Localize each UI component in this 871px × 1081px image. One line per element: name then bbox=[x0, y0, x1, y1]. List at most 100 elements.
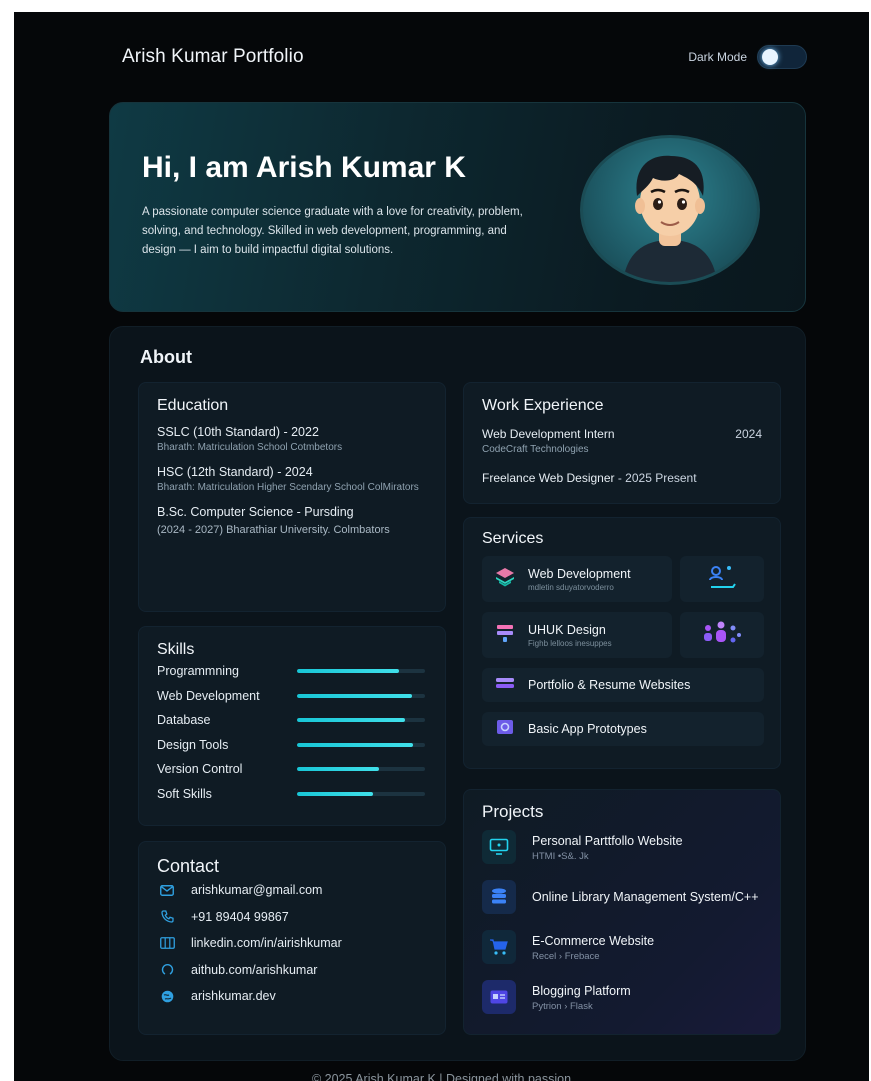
work-entry: Freelance Web Designer - 2025 Present bbox=[482, 471, 762, 485]
contact-phone[interactable]: +91 89404 99867 bbox=[157, 904, 427, 931]
layers-icon bbox=[494, 566, 516, 593]
education-title: Education bbox=[157, 397, 229, 414]
education-entry-sub: Bharath: Matriculation School Cotmbetors bbox=[157, 442, 343, 453]
project-item[interactable]: E-Commerce Website Recel › Frebace bbox=[482, 922, 762, 972]
skill-bar-fill bbox=[297, 718, 405, 723]
top-bar: Arish Kumar Portfolio Dark Mode bbox=[122, 42, 807, 72]
work-period: - 2025 Present bbox=[614, 471, 697, 485]
project-item[interactable]: Blogging Platform Pytrion › Flask bbox=[482, 972, 762, 1022]
skill-name: Database bbox=[157, 713, 211, 728]
skill-bar-fill bbox=[297, 693, 413, 698]
site-brand[interactable]: Arish Kumar Portfolio bbox=[122, 46, 304, 68]
work-experience-card: Work Experience Web Development Intern C… bbox=[463, 382, 781, 504]
education-entry-head: B.Sc. Computer Science - Pursding bbox=[157, 505, 354, 519]
skill-name: Programmning bbox=[157, 664, 239, 679]
phone-icon bbox=[157, 910, 177, 923]
app-frame: Arish Kumar Portfolio Dark Mode Hi, I am… bbox=[14, 12, 869, 1081]
project-sub: Recel › Frebace bbox=[532, 950, 600, 962]
contact-website[interactable]: arishkumar.dev bbox=[157, 983, 427, 1010]
education-card: Education SSLC (10th Standard) - 2022 Bh… bbox=[138, 382, 446, 612]
blog-icon bbox=[482, 980, 516, 1014]
services-title: Services bbox=[482, 530, 544, 547]
hero-section: Hi, I am Arish Kumar K A passionate comp… bbox=[109, 102, 806, 312]
avatar-illustration bbox=[623, 155, 717, 282]
service-prototypes[interactable]: Basic App Prototypes bbox=[482, 712, 764, 746]
skill-bar bbox=[297, 791, 425, 796]
project-title: Online Library Management System/C++ bbox=[532, 889, 759, 904]
education-entry-sub: Bharath: Matriculation Higher Scendary S… bbox=[157, 482, 419, 493]
contact-email[interactable]: arishkumar@gmail.com bbox=[157, 877, 427, 904]
education-entry: B.Sc. Computer Science - Pursding (2024 … bbox=[157, 505, 427, 538]
skill-row: Version Control bbox=[157, 757, 427, 782]
contact-text: +91 89404 99867 bbox=[191, 909, 289, 924]
service-extra-tile[interactable] bbox=[680, 556, 764, 602]
work-company: CodeCraft Technologies bbox=[482, 444, 589, 455]
contact-text: arishkumar@gmail.com bbox=[191, 883, 323, 898]
work-title: Work Experience bbox=[482, 397, 604, 414]
education-entry-sub: (2024 - 2027) Bharathiar University. Col… bbox=[157, 524, 390, 536]
contact-text: arishkumar.dev bbox=[191, 989, 276, 1004]
service-portfolio[interactable]: Portfolio & Resume Websites bbox=[482, 668, 764, 702]
skill-row: Soft Skills bbox=[157, 782, 427, 807]
education-entry: HSC (12th Standard) - 2024 Bharath: Matr… bbox=[157, 465, 427, 495]
contact-card: Contact arishkumar@gmail.com +91 89404 9… bbox=[138, 841, 446, 1035]
education-entry: SSLC (10th Standard) - 2022 Bharath: Mat… bbox=[157, 425, 427, 455]
toggle-knob bbox=[762, 49, 778, 65]
projects-card: Projects Personal Parttfollo Website HTM… bbox=[463, 789, 781, 1035]
avatar bbox=[580, 135, 760, 285]
contact-text: linkedin.com/in/airishkumar bbox=[191, 936, 342, 951]
work-role: Freelance Web Designer bbox=[482, 471, 615, 485]
dark-mode-label: Dark Mode bbox=[688, 50, 747, 64]
monitor-icon bbox=[482, 830, 516, 864]
skill-row: Programmning bbox=[157, 659, 427, 684]
skill-bar-fill bbox=[297, 669, 400, 674]
service-sub: mdletin sduyatorvoderro bbox=[528, 582, 614, 592]
skill-name: Version Control bbox=[157, 762, 243, 777]
service-web-development[interactable]: Web Development mdletin sduyatorvoderro bbox=[482, 556, 672, 602]
dark-mode-control: Dark Mode bbox=[688, 45, 807, 69]
skill-name: Web Development bbox=[157, 688, 260, 703]
contact-text: aithub.com/arishkumar bbox=[191, 962, 318, 977]
skill-row: Web Development bbox=[157, 684, 427, 709]
service-extra-tile[interactable] bbox=[680, 612, 764, 658]
project-item[interactable]: Personal Parttfollo Website HTMI •S&. Jk bbox=[482, 822, 762, 872]
work-entry: Web Development Intern CodeCraft Technol… bbox=[482, 427, 762, 455]
main-panel: About Education SSLC (10th Standard) - 2… bbox=[109, 326, 806, 1061]
hero-intro: A passionate computer science graduate w… bbox=[142, 206, 523, 256]
service-title: Basic App Prototypes bbox=[528, 722, 647, 736]
service-design[interactable]: UHUK Design Fighb lelloos inesuppes bbox=[482, 612, 672, 658]
contact-linkedin[interactable]: linkedin.com/in/airishkumar bbox=[157, 930, 427, 957]
design-icon bbox=[494, 622, 516, 649]
skill-bar bbox=[297, 767, 425, 772]
service-title: Web Development bbox=[528, 566, 631, 581]
education-entry-head: SSLC (10th Standard) - 2022 bbox=[157, 425, 319, 439]
skills-card: Skills Programmning Web Development Data… bbox=[138, 626, 446, 826]
work-role: Web Development Intern bbox=[482, 427, 615, 441]
globe-icon bbox=[157, 990, 177, 1003]
project-title: Blogging Platform bbox=[532, 983, 631, 998]
skill-bar-fill bbox=[297, 767, 379, 772]
skill-bar bbox=[297, 742, 425, 747]
skills-title: Skills bbox=[157, 641, 195, 658]
work-year: 2024 bbox=[735, 427, 762, 441]
services-card: Services Web Development mdletin sduyato… bbox=[463, 517, 781, 769]
footer: © 2025 Arish Kumar K | Designed with pas… bbox=[14, 1070, 869, 1081]
dark-mode-toggle[interactable] bbox=[757, 45, 807, 69]
project-title: E-Commerce Website bbox=[532, 933, 655, 948]
project-item[interactable]: Online Library Management System/C++ bbox=[482, 872, 762, 922]
project-title: Personal Parttfollo Website bbox=[532, 833, 683, 848]
skill-row: Design Tools bbox=[157, 733, 427, 758]
contact-github[interactable]: aithub.com/arishkumar bbox=[157, 957, 427, 984]
mail-icon bbox=[157, 884, 177, 896]
footer-text: © 2025 Arish Kumar K | Designed with pas… bbox=[311, 1072, 572, 1081]
project-sub: HTMI •S&. Jk bbox=[532, 850, 589, 862]
github-icon bbox=[157, 963, 177, 976]
project-sub: Pytrion › Flask bbox=[532, 1000, 593, 1012]
skill-bar-fill bbox=[297, 791, 373, 796]
skill-name: Design Tools bbox=[157, 737, 229, 752]
cart-icon bbox=[482, 930, 516, 964]
skill-row: Database bbox=[157, 708, 427, 733]
education-entry-head: HSC (12th Standard) - 2024 bbox=[157, 465, 313, 479]
service-title: Portfolio & Resume Websites bbox=[528, 678, 691, 692]
app-icon bbox=[494, 718, 516, 741]
